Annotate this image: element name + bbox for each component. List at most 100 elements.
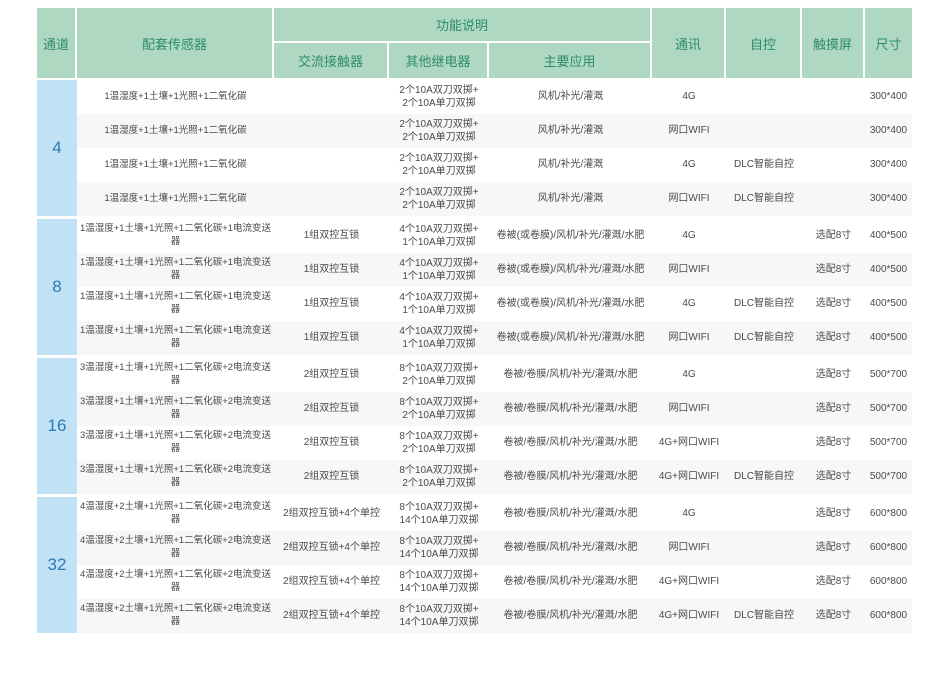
cell-application: 卷被/卷膜/风机/补光/灌溉/水肥 [489, 392, 652, 426]
cell-size: 500*700 [865, 358, 912, 392]
cell-application: 风机/补光/灌溉 [489, 148, 652, 182]
cell-communication: 4G [652, 287, 726, 321]
cell-ac: 2组双控互锁 [274, 392, 389, 426]
cell-sensors: 4温湿度+2土壤+1光照+1二氧化碳+2电流变送器 [77, 531, 274, 565]
cell-communication: 4G [652, 358, 726, 392]
cell-auto-control: DLC智能自控 [726, 460, 802, 494]
cell-touch-screen: 选配8寸 [802, 321, 865, 355]
cell-ac: 1组双控互锁 [274, 219, 389, 253]
cell-communication: 4G [652, 497, 726, 531]
cell-communication: 网口WIFI [652, 531, 726, 565]
cell-relays: 2个10A双刀双掷+ 2个10A单刀双掷 [389, 114, 489, 148]
cell-communication: 4G [652, 80, 726, 114]
cell-relays: 4个10A双刀双掷+ 1个10A单刀双掷 [389, 321, 489, 355]
cell-ac: 1组双控互锁 [274, 287, 389, 321]
cell-relays: 8个10A双刀双掷+ 14个10A单刀双掷 [389, 599, 489, 633]
cell-size: 300*400 [865, 114, 912, 148]
cell-touch-screen: 选配8寸 [802, 219, 865, 253]
cell-communication: 4G+网口WIFI [652, 460, 726, 494]
header-touch-screen: 触摸屏 [802, 8, 865, 78]
cell-application: 风机/补光/灌溉 [489, 114, 652, 148]
channel-cell: 32 [37, 497, 77, 633]
cell-relays: 8个10A双刀双掷+ 2个10A单刀双掷 [389, 392, 489, 426]
cell-sensors: 4温湿度+2土壤+1光照+1二氧化碳+2电流变送器 [77, 565, 274, 599]
cell-touch-screen [802, 148, 865, 182]
cell-relays: 2个10A双刀双掷+ 2个10A单刀双掷 [389, 80, 489, 114]
cell-relays: 4个10A双刀双掷+ 1个10A单刀双掷 [389, 219, 489, 253]
header-size: 尺寸 [865, 8, 912, 78]
channel-group: 324温湿度+2土壤+1光照+1二氧化碳+2电流变送器2组双控互锁+4个单控8个… [37, 497, 912, 633]
header-function-group: 功能说明 [274, 8, 652, 43]
cell-relays: 2个10A双刀双掷+ 2个10A单刀双掷 [389, 148, 489, 182]
cell-ac: 2组双控互锁 [274, 358, 389, 392]
cell-sensors: 1温湿度+1土壤+1光照+1二氧化碳+1电流变送器 [77, 253, 274, 287]
cell-auto-control [726, 392, 802, 426]
channel-group: 163温湿度+1土壤+1光照+1二氧化碳+2电流变送器2组双控互锁8个10A双刀… [37, 358, 912, 494]
cell-auto-control: DLC智能自控 [726, 599, 802, 633]
cell-auto-control [726, 219, 802, 253]
cell-application: 风机/补光/灌溉 [489, 80, 652, 114]
cell-touch-screen: 选配8寸 [802, 253, 865, 287]
cell-communication: 网口WIFI [652, 182, 726, 216]
channel-cell: 16 [37, 358, 77, 494]
cell-sensors: 4温湿度+2土壤+1光照+1二氧化碳+2电流变送器 [77, 497, 274, 531]
cell-auto-control [726, 565, 802, 599]
cell-auto-control [726, 114, 802, 148]
header-channel: 通道 [37, 8, 77, 78]
cell-application: 卷被/卷膜/风机/补光/灌溉/水肥 [489, 599, 652, 633]
cell-touch-screen: 选配8寸 [802, 565, 865, 599]
cell-auto-control [726, 497, 802, 531]
cell-touch-screen [802, 80, 865, 114]
header-other-relays: 其他继电器 [389, 43, 489, 78]
cell-touch-screen: 选配8寸 [802, 460, 865, 494]
cell-relays: 2个10A双刀双掷+ 2个10A单刀双掷 [389, 182, 489, 216]
cell-application: 卷被/卷膜/风机/补光/灌溉/水肥 [489, 531, 652, 565]
cell-communication: 网口WIFI [652, 253, 726, 287]
cell-size: 300*400 [865, 182, 912, 216]
cell-ac [274, 148, 389, 182]
cell-application: 卷被/卷膜/风机/补光/灌溉/水肥 [489, 565, 652, 599]
cell-application: 卷被/卷膜/风机/补光/灌溉/水肥 [489, 460, 652, 494]
cell-communication: 网口WIFI [652, 321, 726, 355]
cell-touch-screen: 选配8寸 [802, 599, 865, 633]
cell-sensors: 1温湿度+1土壤+1光照+1二氧化碳 [77, 80, 274, 114]
cell-relays: 4个10A双刀双掷+ 1个10A单刀双掷 [389, 253, 489, 287]
cell-size: 300*400 [865, 148, 912, 182]
cell-communication: 网口WIFI [652, 114, 726, 148]
cell-size: 600*800 [865, 599, 912, 633]
cell-auto-control [726, 531, 802, 565]
cell-sensors: 1温湿度+1土壤+1光照+1二氧化碳 [77, 148, 274, 182]
channel-cell: 4 [37, 80, 77, 216]
cell-ac: 2组双控互锁+4个单控 [274, 497, 389, 531]
cell-communication: 4G+网口WIFI [652, 426, 726, 460]
cell-sensors: 3温湿度+1土壤+1光照+1二氧化碳+2电流变送器 [77, 392, 274, 426]
cell-relays: 8个10A双刀双掷+ 2个10A单刀双掷 [389, 460, 489, 494]
table-header: 通道 配套传感器 功能说明 交流接触器 其他继电器 主要应用 通讯 自控 触摸屏… [37, 8, 912, 78]
cell-size: 500*700 [865, 460, 912, 494]
cell-size: 600*800 [865, 497, 912, 531]
cell-ac: 2组双控互锁+4个单控 [274, 599, 389, 633]
cell-touch-screen [802, 182, 865, 216]
cell-touch-screen: 选配8寸 [802, 358, 865, 392]
cell-ac: 1组双控互锁 [274, 253, 389, 287]
header-ac-contactor: 交流接触器 [274, 43, 389, 78]
cell-touch-screen [802, 114, 865, 148]
cell-sensors: 4温湿度+2土壤+1光照+1二氧化碳+2电流变送器 [77, 599, 274, 633]
cell-auto-control [726, 80, 802, 114]
cell-sensors: 1温湿度+1土壤+1光照+1二氧化碳 [77, 114, 274, 148]
cell-auto-control [726, 253, 802, 287]
cell-communication: 4G+网口WIFI [652, 599, 726, 633]
cell-application: 卷被/卷膜/风机/补光/灌溉/水肥 [489, 358, 652, 392]
cell-touch-screen: 选配8寸 [802, 287, 865, 321]
cell-communication: 4G [652, 148, 726, 182]
cell-sensors: 3温湿度+1土壤+1光照+1二氧化碳+2电流变送器 [77, 426, 274, 460]
header-sensors: 配套传感器 [77, 8, 274, 78]
cell-ac: 1组双控互锁 [274, 321, 389, 355]
cell-application: 卷被(或卷膜)/风机/补光/灌溉/水肥 [489, 321, 652, 355]
cell-touch-screen: 选配8寸 [802, 426, 865, 460]
cell-application: 风机/补光/灌溉 [489, 182, 652, 216]
cell-ac [274, 114, 389, 148]
header-auto-control: 自控 [726, 8, 802, 78]
header-communication: 通讯 [652, 8, 726, 78]
channel-group: 81温湿度+1土壤+1光照+1二氧化碳+1电流变送器1组双控互锁4个10A双刀双… [37, 219, 912, 355]
